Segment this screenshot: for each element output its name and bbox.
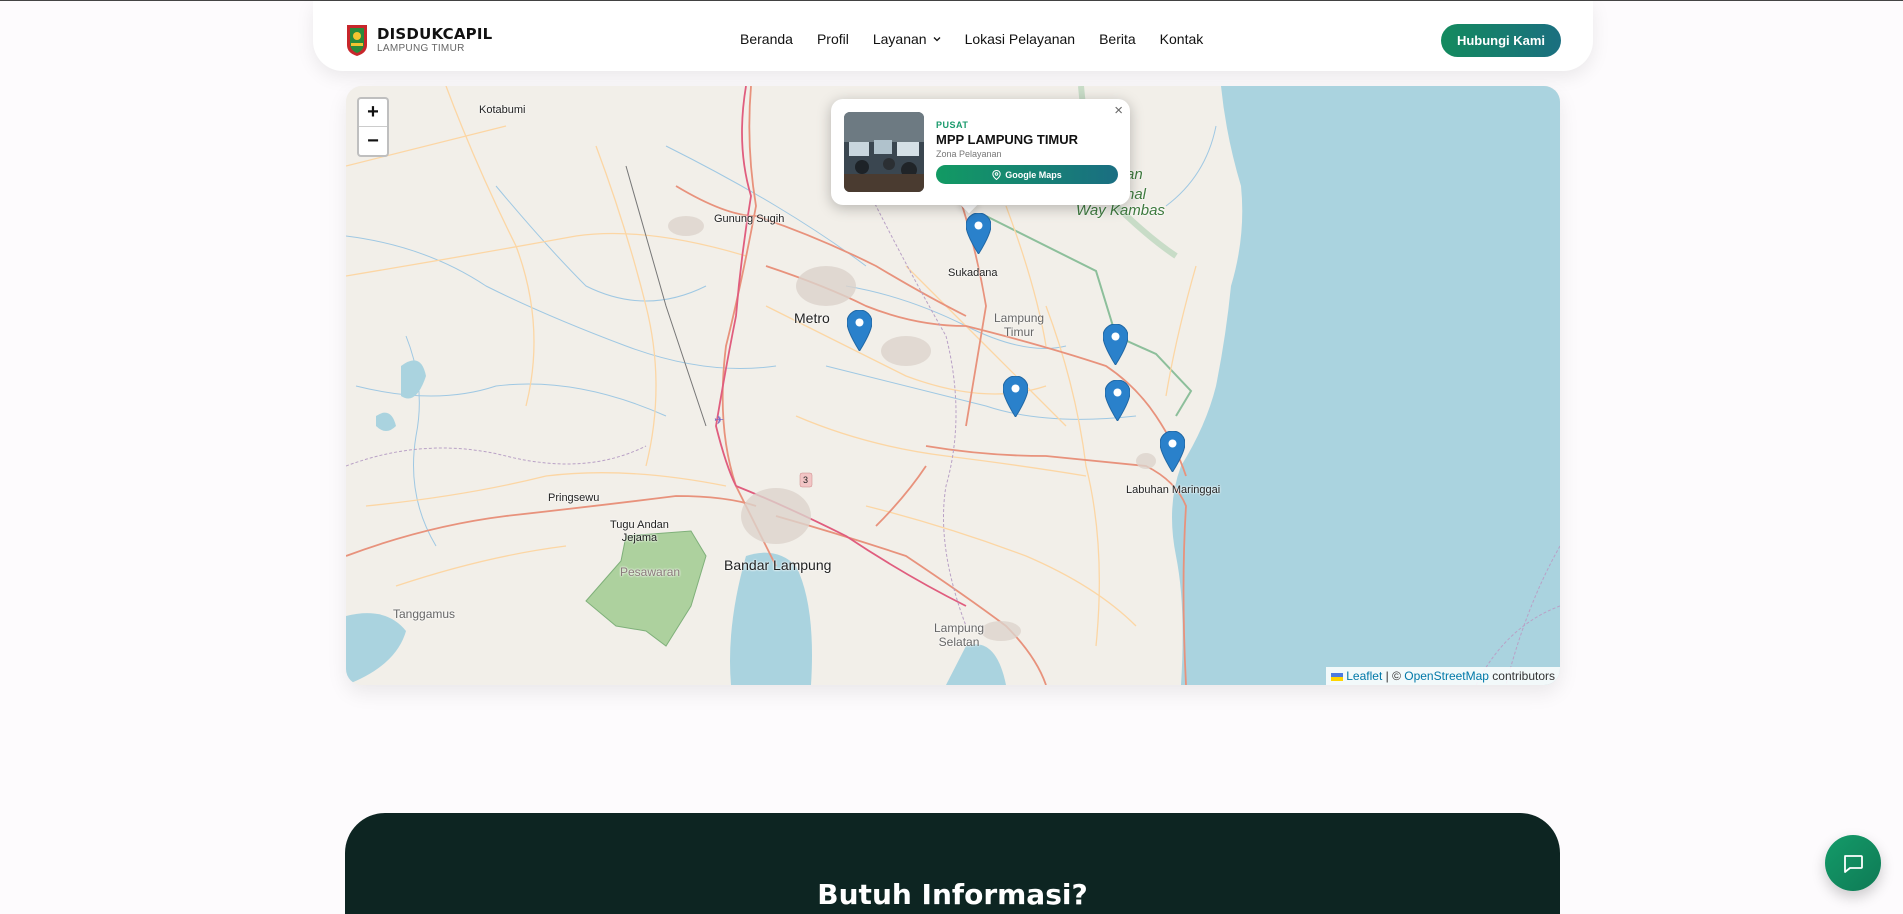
location-marker-labuhan[interactable] (1160, 431, 1185, 472)
location-popup: × PUSAT MPP LAMPUNG TIMUR Zona Pelayanan… (831, 99, 1130, 205)
map-attribution: Leaflet | © OpenStreetMap contributors (1326, 667, 1560, 685)
nav-kontak[interactable]: Kontak (1160, 31, 1204, 47)
nav-beranda[interactable]: Beranda (740, 31, 793, 47)
info-title: Butuh Informasi? (817, 878, 1088, 911)
brand-logo[interactable]: DISDUKCAPIL LAMPUNG TIMUR (345, 23, 492, 57)
leaflet-link[interactable]: Leaflet (1346, 669, 1382, 683)
zoom-out-button[interactable]: − (359, 127, 387, 155)
brand-title: DISDUKCAPIL (377, 24, 493, 43)
navbar: DISDUKCAPIL LAMPUNG TIMUR Beranda Profil… (313, 1, 1593, 71)
brand-subtitle: LAMPUNG TIMUR (377, 42, 465, 54)
nav-berita[interactable]: Berita (1099, 31, 1136, 47)
attribution-separator: | © (1382, 669, 1405, 683)
road-number-3: 3 (803, 475, 809, 485)
zoom-in-button[interactable]: + (359, 99, 387, 127)
osm-link[interactable]: OpenStreetMap (1404, 669, 1489, 683)
label-gunung-sugih: Gunung Sugih (714, 213, 785, 225)
emblem-icon (347, 25, 367, 56)
attribution-contributors: contributors (1488, 669, 1555, 683)
google-maps-button[interactable]: Google Maps (936, 165, 1118, 184)
location-marker-central[interactable] (1003, 376, 1028, 417)
nav-layanan[interactable]: Layanan (873, 31, 941, 47)
zoom-control: + − (357, 97, 389, 157)
map-pin-icon (992, 169, 1001, 180)
contact-button[interactable]: Hubungi Kami (1441, 24, 1561, 57)
popup-title: MPP LAMPUNG TIMUR (936, 132, 1079, 147)
label-lampung-timur: Lampung Timur (994, 311, 1045, 339)
location-marker-east-1[interactable] (1103, 324, 1128, 365)
nav-layanan-label: Layanan (872, 31, 927, 47)
main-nav: Beranda Profil Layanan Lokasi Pelayanan … (740, 31, 1203, 47)
ukraine-flag-icon (1331, 672, 1344, 681)
service-location-map[interactable]: ✈ + − Kotabumi Gunung Sugih Metro Sukada… (346, 86, 1560, 685)
label-lampung-selatan: Lampung Selatan (934, 621, 985, 649)
chat-button[interactable] (1825, 835, 1881, 891)
popup-close-button[interactable]: × (1114, 102, 1123, 119)
label-tanggamus: Tanggamus (393, 607, 456, 621)
location-marker-east-2[interactable] (1105, 380, 1130, 421)
info-cta-section: Butuh Informasi? (345, 813, 1560, 914)
popup-category: PUSAT (936, 120, 969, 130)
popup-subtitle: Zona Pelayanan (936, 149, 1002, 159)
nav-lokasi-pelayanan[interactable]: Lokasi Pelayanan (965, 31, 1076, 47)
nav-profil[interactable]: Profil (817, 31, 849, 47)
location-photo (844, 112, 924, 192)
label-bandar-lampung: Bandar Lampung (724, 557, 832, 573)
svg-text:✈: ✈ (714, 413, 724, 427)
location-marker-metro[interactable] (847, 310, 872, 351)
label-tugu-andan-jejama: Tugu Andan Jejama (610, 519, 669, 544)
location-marker-mpp[interactable] (966, 213, 991, 254)
label-labuhan-maringgai: Labuhan Maringgai (1126, 484, 1221, 496)
label-kotabumi: Kotabumi (479, 104, 526, 116)
label-pesawaran: Pesawaran (620, 565, 681, 579)
google-maps-label: Google Maps (1005, 169, 1062, 180)
label-metro: Metro (794, 310, 830, 326)
chevron-down-icon (933, 37, 941, 42)
label-pringsewu: Pringsewu (548, 492, 600, 504)
label-sukadana: Sukadana (948, 267, 998, 279)
chat-icon (1844, 855, 1863, 873)
